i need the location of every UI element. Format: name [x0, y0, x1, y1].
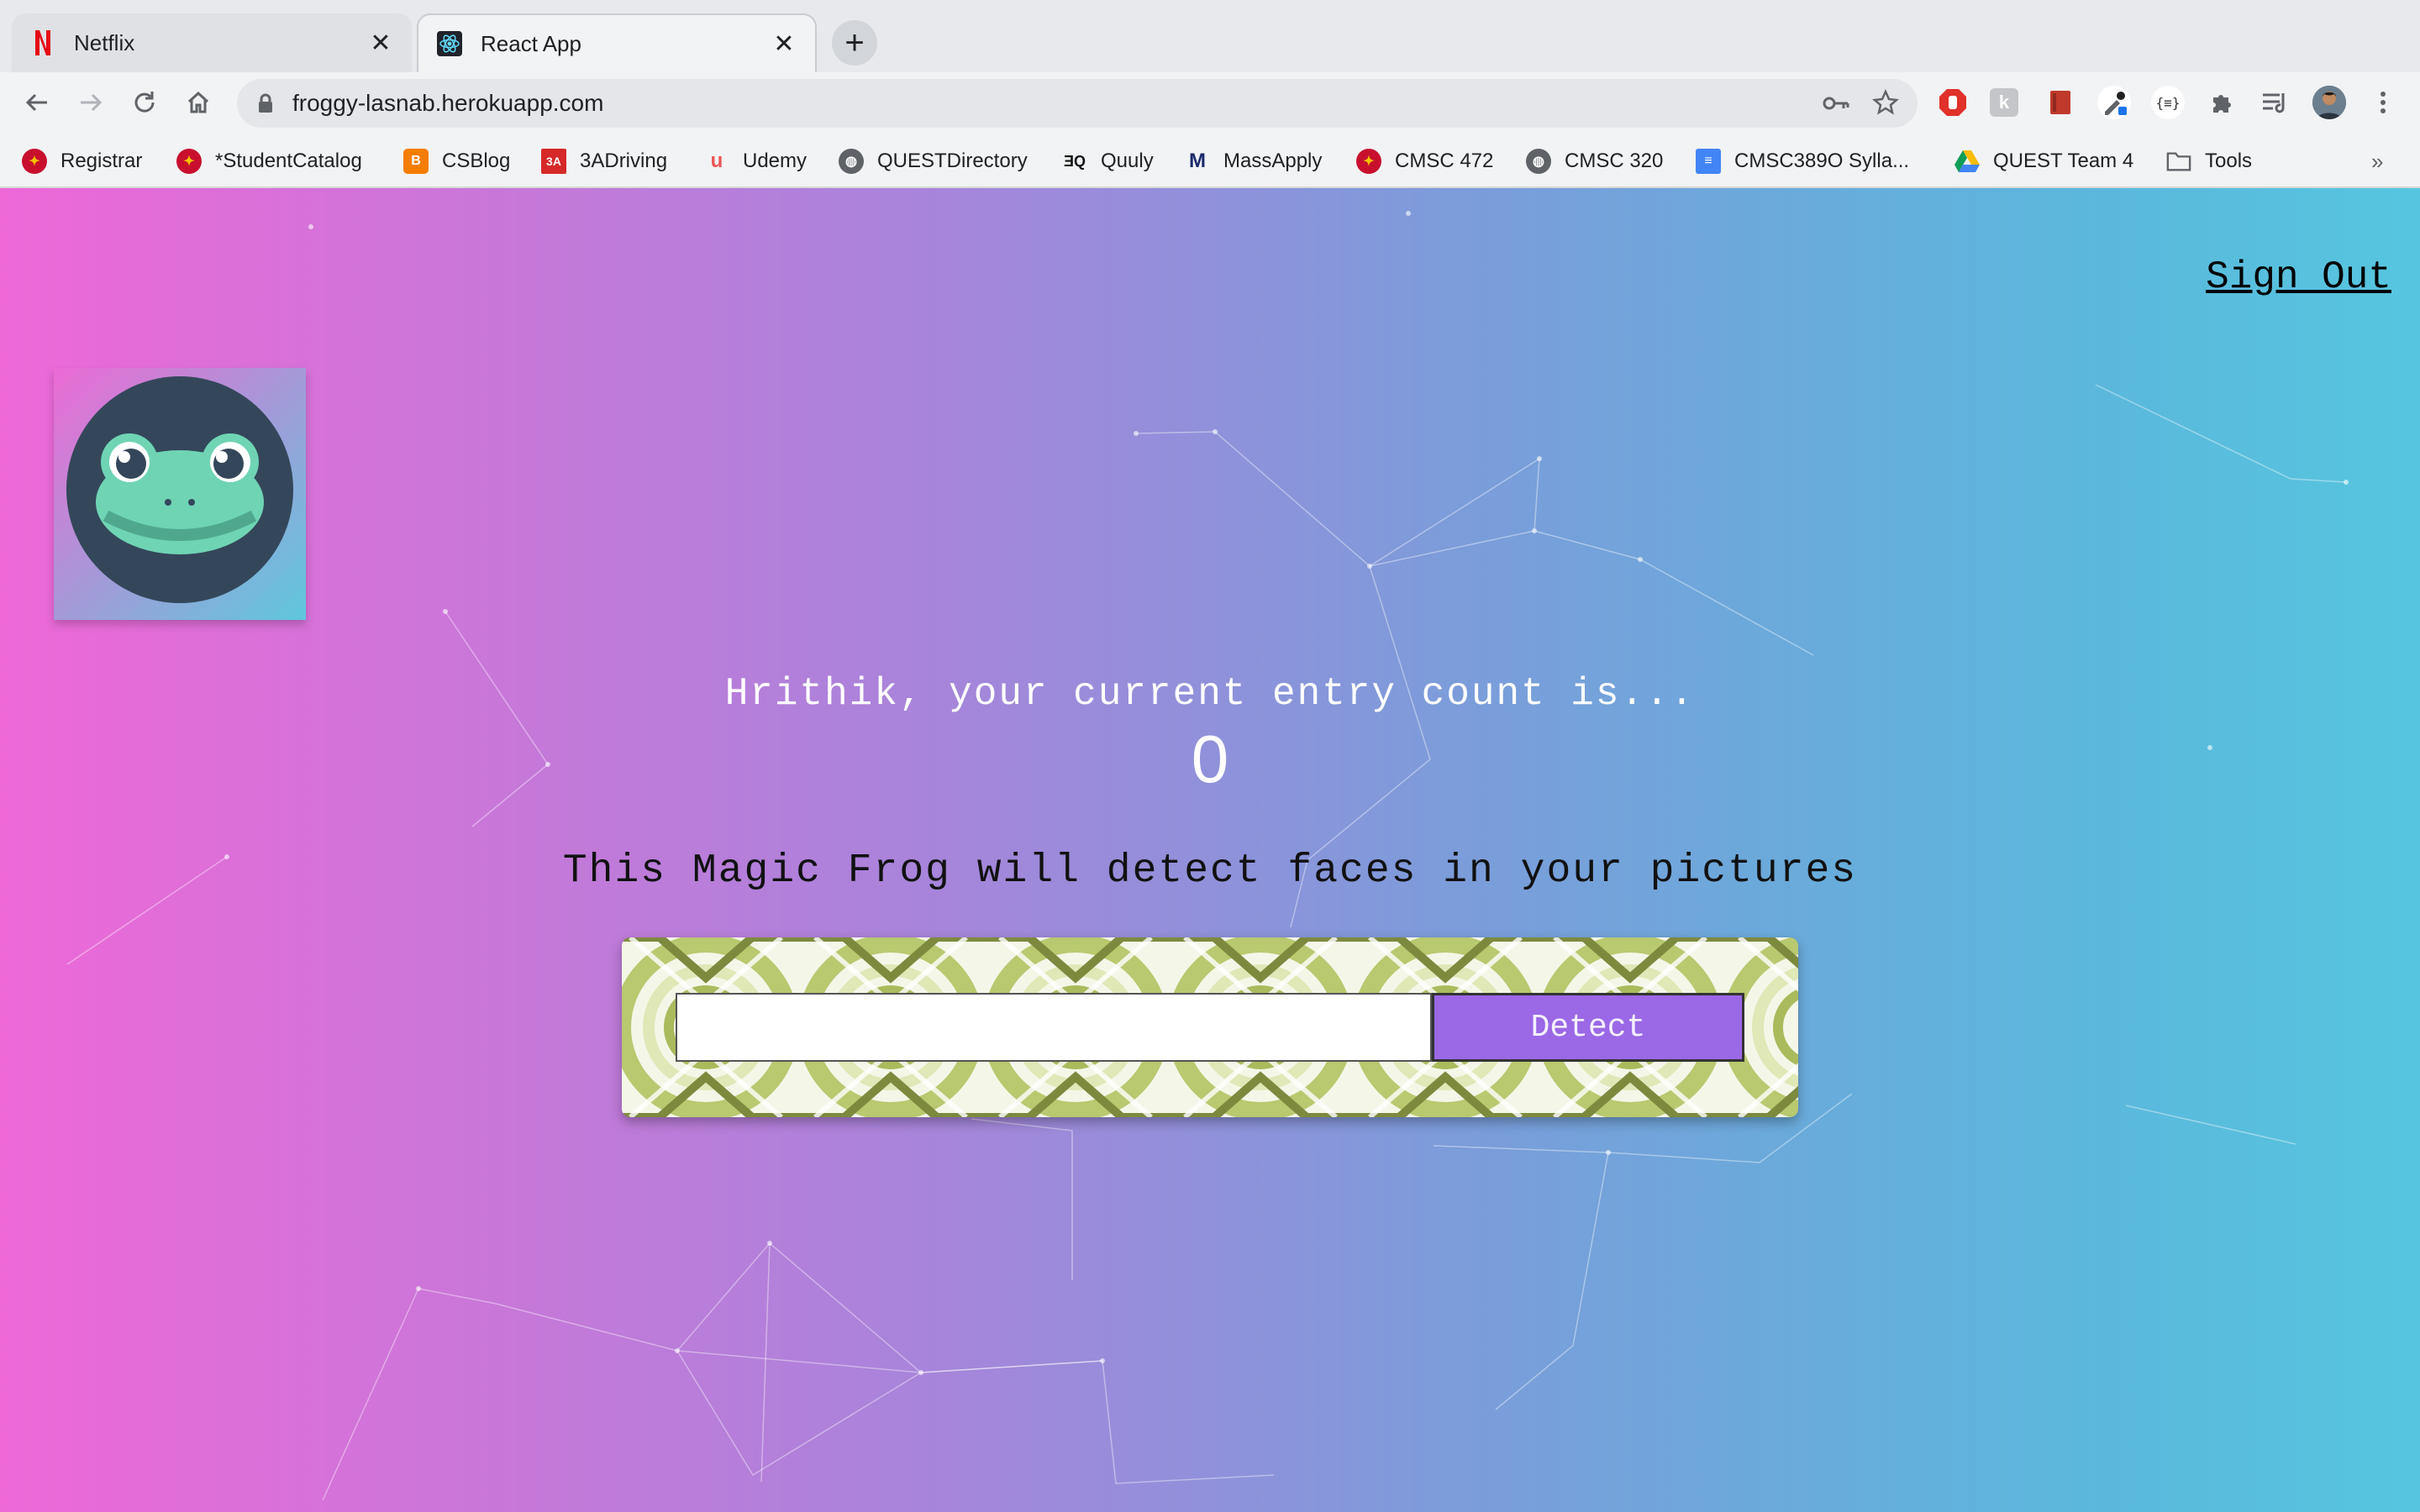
bookmarks-bar: ✦ Registrar ✦ *StudentCatalog B CSBlog 3… — [0, 138, 2420, 183]
react-icon — [437, 31, 462, 56]
tab-netflix[interactable]: Netflix ✕ — [12, 13, 412, 72]
bookmark-label: Tools — [2205, 150, 2253, 172]
netflix-icon — [30, 30, 55, 55]
bookmark-folder-tools[interactable]: Tools — [2166, 146, 2252, 176]
tab-react-app[interactable]: React App ✕ — [417, 13, 817, 72]
bookmark-quest-team-4[interactable]: QUEST Team 4 — [1954, 146, 2133, 176]
browser-toolbar: froggy-lasnab.herokuapp.com k {≡} — [0, 72, 2420, 133]
adblock-icon[interactable] — [1936, 86, 1970, 119]
bookmark-cmsc389o[interactable]: ≡ CMSC389O Sylla... — [1696, 146, 1909, 176]
umd-icon: ✦ — [22, 149, 47, 174]
massapply-icon: M — [1189, 150, 1206, 172]
bookmark-label: 3ADriving — [580, 150, 668, 172]
detect-button[interactable]: Detect — [1432, 993, 1744, 1062]
reload-icon[interactable] — [126, 84, 163, 121]
puzzle-icon[interactable] — [2205, 86, 2238, 119]
globe-icon: ◍ — [1526, 149, 1551, 174]
bookmark-label: CSBlog — [442, 150, 511, 172]
bookmark-label: QUEST Team 4 — [1993, 150, 2134, 172]
bookmark-label: QUESTDirectory — [877, 150, 1028, 172]
close-icon[interactable]: ✕ — [368, 29, 393, 58]
folder-icon — [2166, 149, 2191, 174]
star-icon[interactable] — [1872, 88, 1899, 120]
bookmark-massapply[interactable]: M MassApply — [1185, 146, 1322, 176]
json-viewer-icon[interactable]: {≡} — [2151, 86, 2185, 119]
bookmark-cmsc320[interactable]: ◍ CMSC 320 — [1526, 146, 1663, 176]
3a-icon: 3A — [541, 149, 566, 174]
new-tab-button[interactable]: + — [832, 20, 877, 66]
back-icon[interactable] — [18, 84, 55, 121]
eyedropper-icon[interactable] — [2097, 86, 2131, 119]
bookmark-label: *StudentCatalog — [215, 150, 362, 172]
bookmark-label: Registrar — [60, 150, 143, 172]
image-url-input[interactable] — [676, 993, 1432, 1062]
key-icon[interactable] — [1822, 91, 1850, 120]
bookmark-label: Quuly — [1101, 150, 1154, 172]
book-icon[interactable] — [2044, 86, 2077, 119]
frog-icon — [66, 376, 293, 603]
sign-out-link[interactable]: Sign Out — [2206, 255, 2391, 299]
avatar[interactable] — [2312, 86, 2346, 119]
tab-title: React App — [481, 30, 581, 56]
entry-count: 0 — [1191, 722, 1229, 796]
bookmark-registrar[interactable]: ✦ Registrar — [22, 146, 142, 176]
udemy-icon: u — [710, 150, 723, 172]
extension-k-icon[interactable]: k — [1990, 88, 2018, 117]
tab-strip: Netflix ✕ React App ✕ + — [0, 0, 2420, 72]
bookmark-label: CMSC 472 — [1395, 150, 1494, 172]
umd-icon: ✦ — [176, 149, 202, 174]
drive-icon — [1954, 149, 1980, 174]
bookmark-label: CMSC 320 — [1565, 150, 1664, 172]
quuly-icon: ƎQ — [1063, 152, 1086, 170]
entry-count-label: Hrithik, your current entry count is... — [724, 672, 1696, 716]
reading-list-icon[interactable] — [2259, 86, 2292, 119]
bookmarks-overflow-button[interactable]: » — [2371, 146, 2383, 176]
bookmark-quuly[interactable]: ƎQ Quuly — [1062, 146, 1154, 176]
forward-icon[interactable] — [72, 84, 109, 121]
frog-logo[interactable] — [54, 368, 306, 620]
bookmark-udemy[interactable]: u Udemy — [704, 146, 807, 176]
bookmark-cmsc472[interactable]: ✦ CMSC 472 — [1356, 146, 1493, 176]
tab-title: Netflix — [74, 29, 135, 55]
globe-icon: ◍ — [839, 149, 864, 174]
bookmark-studentcatalog[interactable]: ✦ *StudentCatalog — [176, 146, 362, 176]
bookmark-questdirectory[interactable]: ◍ QUESTDirectory — [839, 146, 1028, 176]
browser-chrome: Netflix ✕ React App ✕ + froggy-lasnab.he… — [0, 0, 2420, 188]
bookmark-3adriving[interactable]: 3A 3ADriving — [541, 146, 667, 176]
app-description: This Magic Frog will detect faces in you… — [562, 848, 1858, 894]
address-bar[interactable]: froggy-lasnab.herokuapp.com — [237, 79, 1918, 128]
url-text: froggy-lasnab.herokuapp.com — [292, 90, 604, 116]
menu-icon[interactable] — [2366, 86, 2400, 119]
bookmark-label: Udemy — [743, 150, 808, 172]
detect-form: Detect — [622, 937, 1798, 1117]
bookmark-label: CMSC389O Sylla... — [1734, 150, 1910, 172]
umd-icon: ✦ — [1356, 149, 1381, 174]
close-icon[interactable]: ✕ — [771, 29, 797, 59]
bookmark-csblog[interactable]: B CSBlog — [403, 146, 510, 176]
blogger-icon: B — [403, 149, 429, 174]
home-icon[interactable] — [180, 84, 217, 121]
lock-icon[interactable] — [257, 93, 274, 118]
app-page: Sign Out Hrithik, your current entry cou… — [0, 188, 2420, 1512]
bookmark-label: MassApply — [1223, 150, 1323, 172]
docs-icon: ≡ — [1696, 149, 1721, 174]
